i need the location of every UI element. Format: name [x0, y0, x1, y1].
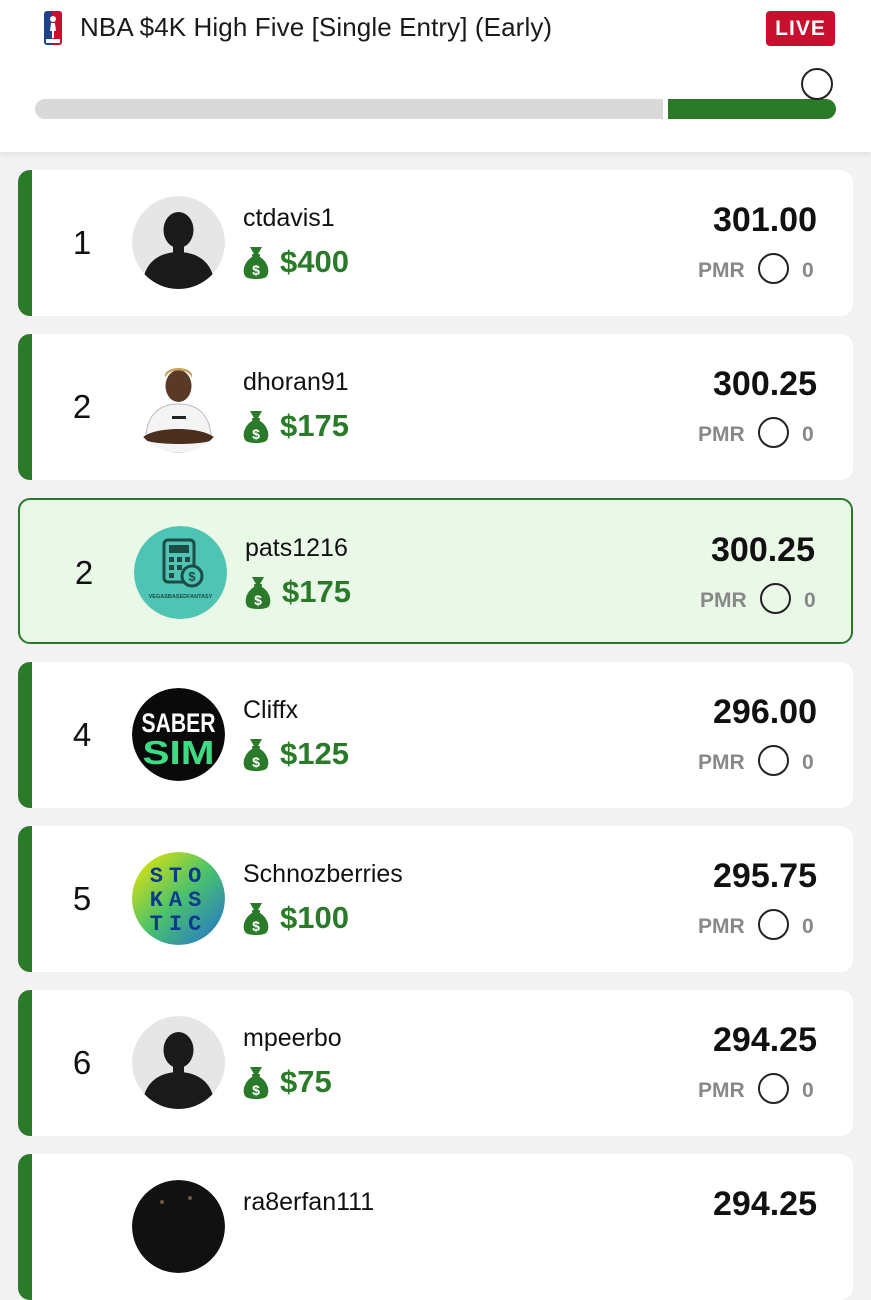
prize-amount: $175 [280, 408, 349, 443]
rank-number: 1 [72, 224, 92, 261]
leaderboard-row[interactable]: 2 dhoran91 $ $175 300.25 PMR 0 [18, 334, 853, 480]
pmr-label: PMR [698, 751, 745, 774]
username[interactable]: pats1216 [245, 534, 348, 563]
pmr-label: PMR [698, 423, 745, 446]
rank-number: 5 [72, 880, 92, 917]
leaderboard-row[interactable]: 1 ctdavis1 $ $400 301.00 PMR 0 [18, 170, 853, 316]
money-bag-icon: $ [245, 577, 271, 609]
leaderboard-row[interactable]: 4 SABER SIM Cliffx $ $125 296.00 PMR 0 [18, 662, 853, 808]
contest-header: NBA $4K High Five [Single Entry] (Early)… [0, 0, 871, 152]
svg-text:VEGASBASEDFANTASY: VEGASBASEDFANTASY [149, 594, 213, 600]
username[interactable]: Schnozberries [243, 860, 403, 889]
svg-text:STO: STO [150, 864, 208, 889]
nba-logo-icon [44, 11, 62, 45]
pmr-value: 0 [802, 751, 814, 774]
fantasy-score: 300.25 [713, 365, 817, 403]
rank-number: 2 [74, 554, 94, 591]
live-badge: LIVE [766, 11, 835, 46]
default-avatar-icon [132, 196, 225, 289]
user-avatar[interactable]: $ VEGASBASEDFANTASY [134, 526, 227, 619]
pmr-label: PMR [698, 915, 745, 938]
username[interactable]: ctdavis1 [243, 204, 335, 233]
row-accent-bar [18, 662, 32, 808]
svg-text:$: $ [254, 592, 262, 608]
svg-text:$: $ [252, 262, 260, 278]
fantasy-score: 294.25 [713, 1021, 817, 1059]
svg-text:$: $ [188, 569, 196, 584]
fantasy-score: 296.00 [713, 693, 817, 731]
fantasy-score: 300.25 [711, 531, 815, 569]
user-avatar[interactable] [132, 360, 225, 453]
svg-text:KAS: KAS [150, 888, 208, 913]
contest-title: NBA $4K High Five [Single Entry] (Early) [80, 12, 553, 42]
fantasy-score: 295.75 [713, 857, 817, 895]
prize-amount: $400 [280, 244, 349, 279]
pmr-label: PMR [698, 1079, 745, 1102]
money-bag-icon: $ [243, 247, 269, 279]
stokastic-logo: STOKASTIC [132, 852, 225, 945]
leaderboard-row-current-user[interactable]: 2 $ VEGASBASEDFANTASY pats1216 $ $175 300… [18, 498, 853, 644]
pmr-value: 0 [802, 915, 814, 938]
fantasy-score: 301.00 [713, 201, 817, 239]
user-avatar[interactable]: SABER SIM [132, 688, 225, 781]
row-accent-bar [18, 990, 32, 1136]
pmr-value: 0 [804, 589, 816, 612]
user-avatar[interactable] [132, 1180, 225, 1273]
username[interactable]: ra8erfan111 [243, 1188, 374, 1217]
svg-text:$: $ [252, 918, 260, 934]
calculator-logo: $ VEGASBASEDFANTASY [134, 526, 227, 619]
contest-progress-track [35, 99, 663, 119]
pmr-label: PMR [698, 259, 745, 282]
pmr-circle-icon [758, 253, 789, 284]
pmr-value: 0 [802, 1079, 814, 1102]
row-accent-bar [18, 334, 32, 480]
user-avatar[interactable]: STO KAS TIC [132, 852, 225, 945]
money-bag-icon: $ [243, 1067, 269, 1099]
sabersim-logo: SABERSIM [132, 688, 225, 781]
user-avatar[interactable] [132, 196, 225, 289]
fantasy-score: 294.25 [713, 1185, 817, 1223]
rank-number: 2 [72, 388, 92, 425]
pmr-label: PMR [700, 589, 747, 612]
pmr-circle-icon [758, 909, 789, 940]
pmr-value: 0 [802, 259, 814, 282]
money-bag-icon: $ [243, 411, 269, 443]
pmr-value: 0 [802, 423, 814, 446]
rank-number: 4 [72, 716, 92, 753]
user-avatar[interactable] [132, 1016, 225, 1109]
money-bag-icon: $ [243, 739, 269, 771]
player-photo [132, 360, 225, 453]
username[interactable]: Cliffx [243, 696, 298, 725]
leaderboard-row[interactable]: ra8erfan111 $ 294.25 [18, 1154, 853, 1300]
default-avatar-icon [132, 1016, 225, 1109]
svg-text:$: $ [252, 754, 260, 770]
username[interactable]: mpeerbo [243, 1024, 342, 1053]
pmr-circle-icon [760, 583, 791, 614]
username[interactable]: dhoran91 [243, 368, 349, 397]
svg-text:$: $ [252, 426, 260, 442]
prize-amount: $125 [280, 736, 349, 771]
svg-text:TIC: TIC [150, 912, 208, 937]
row-accent-bar [18, 826, 32, 972]
progress-handle[interactable] [801, 68, 833, 100]
money-bag-icon: $ [243, 903, 269, 935]
leaderboard-row[interactable]: 5 STO KAS TIC Schnozberries $ $100 295.75 … [18, 826, 853, 972]
prize-amount: $75 [280, 1064, 332, 1099]
row-accent-bar [18, 1154, 32, 1300]
svg-text:SIM: SIM [143, 734, 215, 771]
contest-progress-fill [668, 99, 836, 119]
prize-amount: $100 [280, 900, 349, 935]
pmr-circle-icon [758, 745, 789, 776]
dark-avatar [132, 1180, 225, 1273]
pmr-circle-icon [758, 1073, 789, 1104]
row-accent-bar [18, 170, 32, 316]
prize-amount: $175 [282, 574, 351, 609]
leaderboard-row[interactable]: 6 mpeerbo $ $75 294.25 PMR 0 [18, 990, 853, 1136]
svg-text:$: $ [252, 1082, 260, 1098]
rank-number: 6 [72, 1044, 92, 1081]
pmr-circle-icon [758, 417, 789, 448]
